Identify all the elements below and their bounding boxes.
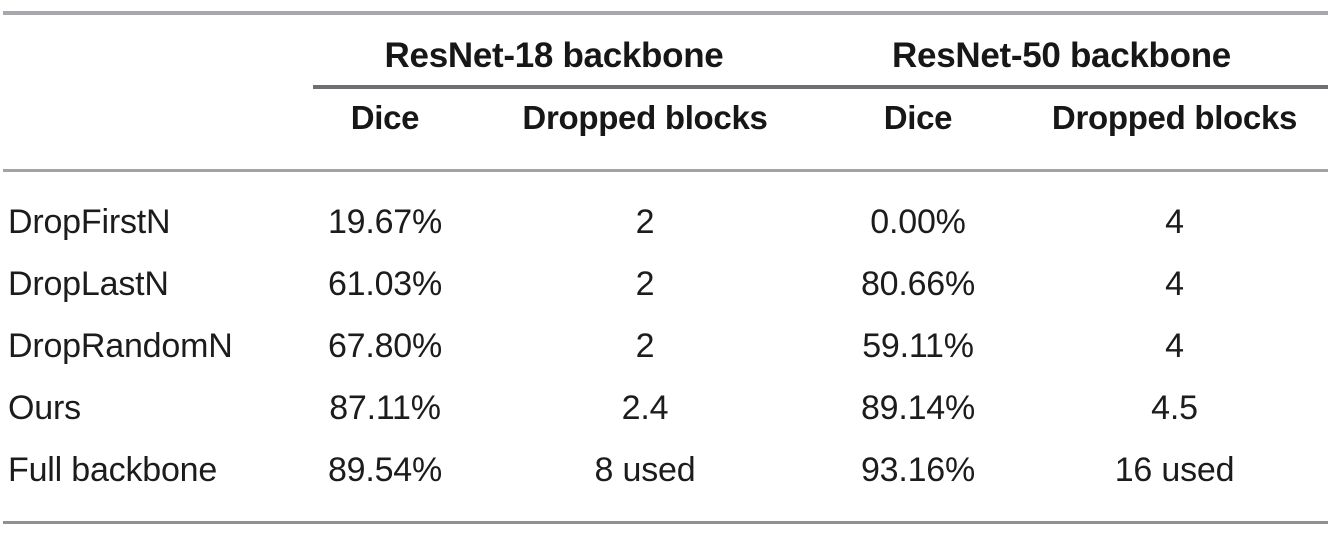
table-body: DropFirstN 19.67% 2 0.00% 4 DropLastN 61… xyxy=(0,196,1331,506)
table-column-header-row: Dice Dropped blocks Dice Dropped blocks xyxy=(0,97,1331,147)
cell-blocks-resnet18: 2 xyxy=(635,265,655,303)
cell-blocks-resnet50: 4.5 xyxy=(1151,389,1198,427)
cell-method: DropLastN xyxy=(8,265,169,303)
cell-dice-resnet18: 87.11% xyxy=(329,389,441,427)
table-rule-header xyxy=(3,169,1328,172)
table-rule-top xyxy=(3,11,1328,15)
cell-method: DropRandomN xyxy=(8,327,233,365)
cell-blocks-resnet50: 16 used xyxy=(1114,451,1235,489)
table-row: Full backbone 89.54% 8 used 93.16% 16 us… xyxy=(0,444,1331,506)
cell-method: Ours xyxy=(8,389,81,427)
cell-blocks-resnet50: 4 xyxy=(1165,203,1184,241)
cell-method: Full backbone xyxy=(8,451,218,489)
cell-dice-resnet18: 19.67% xyxy=(327,203,443,241)
column-header-dice-resnet50: Dice xyxy=(883,99,953,136)
table-row: DropRandomN 67.80% 2 59.11% 4 xyxy=(0,320,1331,382)
cell-dice-resnet50: 80.66% xyxy=(860,265,976,303)
table-rule-spanner xyxy=(313,85,1328,89)
cell-blocks-resnet18: 2 xyxy=(635,327,655,365)
cell-dice-resnet50: 0.00% xyxy=(870,203,966,241)
cell-dice-resnet50: 89.14% xyxy=(860,389,976,427)
cell-blocks-resnet18: 2.4 xyxy=(621,389,669,427)
cell-blocks-resnet50: 4 xyxy=(1165,265,1184,303)
column-header-dropped-blocks-resnet50: Dropped blocks xyxy=(1051,99,1298,136)
column-header-dice-resnet18: Dice xyxy=(350,99,420,136)
cell-dice-resnet50: 59.11% xyxy=(862,327,974,365)
cell-dice-resnet18: 61.03% xyxy=(327,265,443,303)
results-table: ResNet-18 backbone ResNet-50 backbone Di… xyxy=(0,0,1331,536)
cell-blocks-resnet50: 4 xyxy=(1165,327,1184,365)
cell-dice-resnet50: 93.16% xyxy=(860,451,976,489)
table-spanner-header-row: ResNet-18 backbone ResNet-50 backbone xyxy=(0,34,1331,82)
cell-dice-resnet18: 67.80% xyxy=(327,327,443,365)
cell-blocks-resnet18: 8 used xyxy=(594,451,696,489)
cell-blocks-resnet18: 2 xyxy=(635,203,655,241)
table-rule-bottom xyxy=(3,521,1328,524)
cell-dice-resnet18: 89.54% xyxy=(327,451,443,489)
table-row: Ours 87.11% 2.4 89.14% 4.5 xyxy=(0,382,1331,444)
table-row: DropLastN 61.03% 2 80.66% 4 xyxy=(0,258,1331,320)
cell-method: DropFirstN xyxy=(8,203,171,241)
spanner-header-resnet18: ResNet-18 backbone xyxy=(384,36,724,75)
table-row: DropFirstN 19.67% 2 0.00% 4 xyxy=(0,196,1331,258)
column-header-dropped-blocks-resnet18: Dropped blocks xyxy=(522,99,768,136)
spanner-header-resnet50: ResNet-50 backbone xyxy=(892,36,1231,75)
